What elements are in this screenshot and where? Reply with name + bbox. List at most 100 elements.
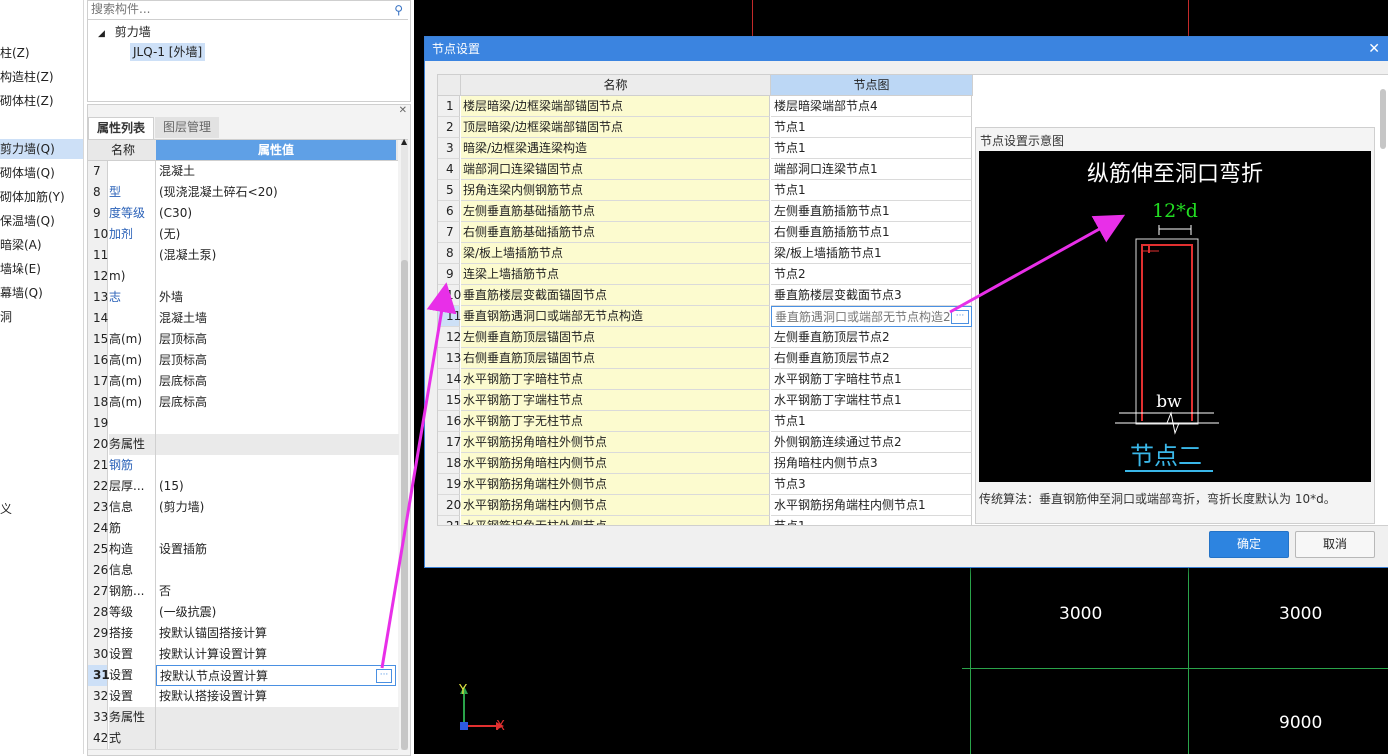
property-value[interactable]: 按默认计算设置计算: [156, 644, 399, 665]
node-value-cell[interactable]: 垂直筋遇洞口或端部无节点构造2 ···: [771, 306, 972, 327]
property-row[interactable]: 12 m): [88, 266, 398, 288]
nav-item[interactable]: 砌体柱(Z): [0, 91, 54, 111]
table-row[interactable]: 7 右侧垂直筋基础插筋节点 右侧垂直筋插筋节点1: [438, 222, 972, 243]
property-row[interactable]: 27 钢筋... 否: [88, 581, 398, 603]
table-row[interactable]: 12 左侧垂直筋顶层锚固节点 左侧垂直筋顶层节点2: [438, 327, 972, 348]
property-value[interactable]: 层底标高: [156, 371, 399, 392]
table-row[interactable]: 11 垂直钢筋遇洞口或端部无节点构造 垂直筋遇洞口或端部无节点构造2 ···: [438, 306, 972, 327]
node-value-cell[interactable]: 节点1: [771, 411, 972, 432]
node-value-cell[interactable]: 拐角暗柱内侧节点3: [771, 453, 972, 474]
property-value[interactable]: 按默认节点设置计算 ···: [156, 665, 396, 686]
property-scrollbar[interactable]: ▲: [401, 137, 408, 750]
panel-close-icon[interactable]: ✕: [399, 105, 407, 116]
property-row[interactable]: 25 构造 设置插筋: [88, 539, 398, 561]
node-name-cell[interactable]: 水平钢筋丁字无柱节点: [461, 411, 770, 432]
node-value-cell[interactable]: 节点1: [771, 138, 972, 159]
property-value[interactable]: [156, 560, 399, 581]
node-name-cell[interactable]: 暗梁/边框梁遇连梁构造: [461, 138, 770, 159]
node-value-cell[interactable]: 水平钢筋拐角端柱内侧节点1: [771, 495, 972, 516]
table-row[interactable]: 20 水平钢筋拐角端柱内侧节点 水平钢筋拐角端柱内侧节点1: [438, 495, 972, 516]
node-name-cell[interactable]: 垂直钢筋遇洞口或端部无节点构造: [461, 306, 770, 327]
property-value[interactable]: (15): [156, 476, 399, 497]
node-value-cell[interactable]: 水平钢筋丁字暗柱节点1: [771, 369, 972, 390]
property-row[interactable]: 32 设置 按默认搭接设置计算: [88, 686, 398, 708]
nav-item[interactable]: 剪力墙(Q): [0, 139, 83, 159]
ok-button[interactable]: 确定: [1209, 531, 1289, 558]
more-options-button[interactable]: ···: [951, 310, 969, 324]
node-name-cell[interactable]: 右侧垂直筋基础插筋节点: [461, 222, 770, 243]
property-row[interactable]: 26 信息: [88, 560, 398, 582]
node-value-cell[interactable]: 左侧垂直筋插筋节点1: [771, 201, 972, 222]
node-name-cell[interactable]: 水平钢筋拐角端柱外侧节点: [461, 474, 770, 495]
table-row[interactable]: 9 连梁上墙插筋节点 节点2: [438, 264, 972, 285]
property-value[interactable]: [156, 413, 399, 434]
node-value-cell[interactable]: 节点3: [771, 474, 972, 495]
node-name-cell[interactable]: 梁/板上墙插筋节点: [461, 243, 770, 264]
node-name-cell[interactable]: 水平钢筋拐角暗柱内侧节点: [461, 453, 770, 474]
property-row[interactable]: 22 层厚... (15): [88, 476, 398, 498]
node-value-cell[interactable]: 垂直筋楼层变截面节点3: [771, 285, 972, 306]
table-row[interactable]: 15 水平钢筋丁字端柱节点 水平钢筋丁字端柱节点1: [438, 390, 972, 411]
property-value[interactable]: [156, 518, 399, 539]
property-value[interactable]: 混凝土墙: [156, 308, 399, 329]
nav-item[interactable]: 墙垛(E): [0, 259, 41, 279]
node-value-cell[interactable]: 右侧垂直筋顶层节点2: [771, 348, 972, 369]
node-value-cell[interactable]: 左侧垂直筋顶层节点2: [771, 327, 972, 348]
expand-triangle-icon[interactable]: ◢: [98, 29, 105, 39]
table-row[interactable]: 14 水平钢筋丁字暗柱节点 水平钢筋丁字暗柱节点1: [438, 369, 972, 390]
property-row[interactable]: 10 加剂 (无): [88, 224, 398, 246]
nav-item[interactable]: 幕墙(Q): [0, 283, 43, 303]
property-row[interactable]: 23 信息 (剪力墙): [88, 497, 398, 519]
property-value[interactable]: (现浇混凝土碎石<20): [156, 182, 399, 203]
table-row[interactable]: 2 顶层暗梁/边框梁端部锚固节点 节点1: [438, 117, 972, 138]
nav-item[interactable]: 构造柱(Z): [0, 67, 54, 87]
property-value[interactable]: 按默认锚固搭接计算: [156, 623, 399, 644]
table-row[interactable]: 18 水平钢筋拐角暗柱内侧节点 拐角暗柱内侧节点3: [438, 453, 972, 474]
property-value[interactable]: (无): [156, 224, 399, 245]
tab-property-list[interactable]: 属性列表: [88, 117, 155, 139]
table-row[interactable]: 1 楼层暗梁/边框梁端部锚固节点 楼层暗梁端部节点4: [438, 96, 972, 117]
property-row[interactable]: 18 高(m) 层底标高: [88, 392, 398, 414]
table-row[interactable]: 8 梁/板上墙插筋节点 梁/板上墙插筋节点1: [438, 243, 972, 264]
node-name-cell[interactable]: 水平钢筋拐角暗柱外侧节点: [461, 432, 770, 453]
node-value-cell[interactable]: 端部洞口连梁节点1: [771, 159, 972, 180]
node-name-cell[interactable]: 水平钢筋丁字端柱节点: [461, 390, 770, 411]
search-input[interactable]: [88, 1, 389, 17]
table-scrollbar-thumb[interactable]: [1380, 89, 1386, 149]
node-name-cell[interactable]: 左侧垂直筋基础插筋节点: [461, 201, 770, 222]
node-value-cell[interactable]: 楼层暗梁端部节点4: [771, 96, 972, 117]
node-name-cell[interactable]: 水平钢筋丁字暗柱节点: [461, 369, 770, 390]
nav-item[interactable]: 洞: [0, 307, 12, 327]
table-row[interactable]: 13 右侧垂直筋顶层锚固节点 右侧垂直筋顶层节点2: [438, 348, 972, 369]
table-row[interactable]: 3 暗梁/边框梁遇连梁构造 节点1: [438, 138, 972, 159]
property-value[interactable]: (混凝土泵): [156, 245, 399, 266]
table-row[interactable]: 4 端部洞口连梁锚固节点 端部洞口连梁节点1: [438, 159, 972, 180]
table-row[interactable]: 10 垂直筋楼层变截面锚固节点 垂直筋楼层变截面节点3: [438, 285, 972, 306]
property-value[interactable]: (一级抗震): [156, 602, 399, 623]
property-row[interactable]: 42 式: [88, 728, 399, 750]
node-name-cell[interactable]: 端部洞口连梁锚固节点: [461, 159, 770, 180]
node-name-cell[interactable]: 顶层暗梁/边框梁端部锚固节点: [461, 117, 770, 138]
property-value[interactable]: [156, 707, 399, 728]
property-value[interactable]: 按默认搭接设置计算: [156, 686, 399, 707]
property-row[interactable]: 11 (混凝土泵): [88, 245, 398, 267]
node-value-cell[interactable]: 梁/板上墙插筋节点1: [771, 243, 972, 264]
node-value-cell[interactable]: 外侧钢筋连续通过节点2: [771, 432, 972, 453]
more-options-button[interactable]: ···: [376, 669, 392, 683]
node-value-cell[interactable]: 节点1: [771, 117, 972, 138]
nav-item[interactable]: 柱(Z): [0, 43, 30, 63]
property-value[interactable]: 否: [156, 581, 399, 602]
property-value[interactable]: 外墙: [156, 287, 399, 308]
nav-item[interactable]: 义: [0, 499, 12, 519]
node-name-cell[interactable]: 左侧垂直筋顶层锚固节点: [461, 327, 770, 348]
property-row[interactable]: 31 设置 按默认节点设置计算 ···: [88, 665, 398, 687]
property-row[interactable]: 7 混凝土: [88, 161, 398, 183]
table-row[interactable]: 16 水平钢筋丁字无柱节点 节点1: [438, 411, 972, 432]
property-row[interactable]: 19: [88, 413, 398, 435]
property-value[interactable]: 设置插筋: [156, 539, 399, 560]
table-row[interactable]: 19 水平钢筋拐角端柱外侧节点 节点3: [438, 474, 972, 495]
table-row[interactable]: 5 拐角连梁内侧钢筋节点 节点1: [438, 180, 972, 201]
property-row[interactable]: 28 等级 (一级抗震): [88, 602, 398, 624]
property-value[interactable]: 层底标高: [156, 392, 399, 413]
tree-group[interactable]: ◢ 剪力墙: [98, 23, 151, 40]
